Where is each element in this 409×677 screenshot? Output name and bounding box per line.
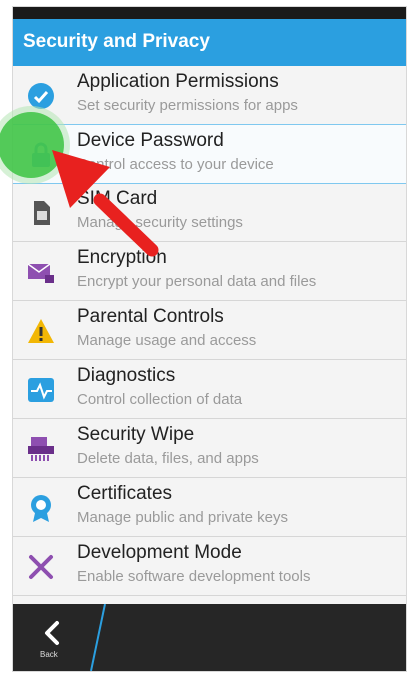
item-description: Delete data, files, and apps bbox=[77, 450, 259, 467]
settings-list: Application Permissions Set security per… bbox=[13, 66, 406, 604]
item-description: Control access to your device bbox=[77, 156, 274, 173]
status-strip bbox=[13, 7, 406, 19]
tools-icon bbox=[29, 555, 53, 579]
sim-card-icon bbox=[34, 201, 50, 225]
back-label: Back bbox=[40, 650, 58, 659]
list-item-partial bbox=[13, 596, 406, 604]
page-title: Security and Privacy bbox=[23, 31, 210, 52]
list-item-application-permissions[interactable]: Application Permissions Set security per… bbox=[13, 66, 406, 125]
item-label: Development Mode bbox=[77, 542, 242, 563]
list-item-sim-card[interactable]: SIM Card Manage security settings bbox=[13, 183, 406, 242]
list-item-parental-controls[interactable]: Parental Controls Manage usage and acces… bbox=[13, 301, 406, 360]
list-item-encryption[interactable]: Encryption Encrypt your personal data an… bbox=[13, 242, 406, 301]
item-label: Encryption bbox=[77, 247, 167, 268]
app-header: Security and Privacy bbox=[13, 19, 406, 66]
item-label: Security Wipe bbox=[77, 424, 195, 445]
back-button[interactable]: Back bbox=[21, 612, 81, 667]
shredder-icon bbox=[28, 437, 54, 461]
item-label: Application Permissions bbox=[77, 71, 279, 92]
item-description: Manage usage and access bbox=[77, 332, 257, 349]
item-label: Parental Controls bbox=[77, 306, 224, 327]
warning-icon bbox=[28, 319, 54, 343]
item-description: Control collection of data bbox=[77, 391, 243, 408]
phone-screen: Security and Privacy Application Permiss… bbox=[12, 6, 407, 672]
action-bar-divider bbox=[90, 604, 106, 671]
action-bar: Back bbox=[13, 604, 406, 671]
item-description: Enable software development tools bbox=[77, 568, 311, 585]
list-item-diagnostics[interactable]: Diagnostics Control collection of data bbox=[13, 360, 406, 419]
list-item-development-mode[interactable]: Development Mode Enable software develop… bbox=[13, 537, 406, 596]
item-label: Device Password bbox=[77, 130, 224, 151]
item-label: SIM Card bbox=[77, 188, 158, 209]
touch-indicator bbox=[0, 112, 64, 178]
list-item-device-password[interactable]: Device Password Control access to your d… bbox=[13, 124, 406, 184]
chevron-left-icon bbox=[45, 621, 59, 645]
certificate-icon bbox=[31, 495, 51, 522]
item-description: Encrypt your personal data and files bbox=[77, 273, 317, 290]
shield-gear-icon bbox=[28, 83, 54, 109]
item-description: Manage public and private keys bbox=[77, 509, 288, 526]
item-description: Set security permissions for apps bbox=[77, 97, 298, 114]
list-item-security-wipe[interactable]: Security Wipe Delete data, files, and ap… bbox=[13, 419, 406, 478]
encrypted-mail-icon bbox=[27, 263, 54, 283]
pulse-icon bbox=[28, 378, 54, 402]
list-item-certificates[interactable]: Certificates Manage public and private k… bbox=[13, 478, 406, 537]
item-description: Manage security settings bbox=[77, 214, 243, 231]
item-label: Diagnostics bbox=[77, 365, 176, 386]
item-label: Certificates bbox=[77, 483, 173, 504]
